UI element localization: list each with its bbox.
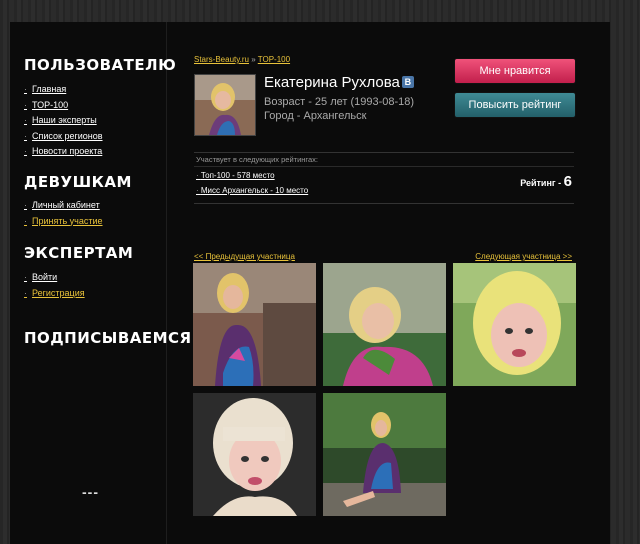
ranking-link-top100[interactable]: Топ-100 - 578 место — [196, 171, 275, 180]
sidebar-title-girls: ДЕВУШКАМ — [24, 173, 132, 191]
sidebar-item-participate[interactable]: Принять участие — [24, 214, 103, 230]
photo-image-icon — [323, 393, 446, 516]
sidebar-item-cabinet[interactable]: Личный кабинет — [24, 198, 103, 214]
photo-image-icon — [323, 263, 446, 386]
boost-rating-button[interactable]: Повысить рейтинг — [454, 92, 576, 118]
profile-city: Город - Архангельск — [264, 110, 367, 122]
main-content: Stars-Beauty.ru » TOP-100 Екатерина Рухл… — [166, 22, 610, 544]
next-participant-link[interactable]: Следующая участница >> — [475, 252, 572, 261]
rankings-divider — [194, 166, 574, 167]
gallery-photo[interactable] — [453, 263, 576, 386]
breadcrumb-separator: » — [251, 55, 256, 64]
like-button[interactable]: Мне нравится — [454, 58, 576, 84]
sidebar-list-girls: Личный кабинет Принять участие — [24, 198, 103, 229]
gallery-photo[interactable] — [193, 393, 316, 516]
photo-image-icon — [453, 263, 576, 386]
sidebar: ПОЛЬЗОВАТЕЛЮ Главная ТОР-100 Наши экспер… — [10, 22, 198, 544]
sidebar-item-news[interactable]: Новости проекта — [24, 144, 103, 160]
avatar-image-icon — [195, 75, 255, 135]
sidebar-list-experts: Войти Регистрация — [24, 270, 85, 301]
rating-display: Рейтинг - 6 — [520, 173, 572, 190]
sidebar-item-regions[interactable]: Список регионов — [24, 129, 103, 145]
sidebar-item-register[interactable]: Регистрация — [24, 286, 85, 302]
rating-value: 6 — [563, 173, 572, 190]
vk-icon[interactable]: В — [401, 76, 414, 88]
prev-participant-link[interactable]: << Предыдущая участница — [194, 252, 295, 261]
sidebar-item-login[interactable]: Войти — [24, 270, 85, 286]
profile-name-text: Екатерина Рухлова — [264, 74, 400, 91]
sidebar-item-home[interactable]: Главная — [24, 82, 103, 98]
rankings-panel: Участвует в следующих рейтингах: Топ-100… — [194, 152, 574, 204]
gallery-photo[interactable] — [193, 263, 316, 386]
ranking-link-miss-city[interactable]: Мисс Архангельск - 10 место — [196, 186, 308, 195]
gallery-photo[interactable] — [323, 263, 446, 386]
profile-age: Возраст - 25 лет (1993-08-18) — [264, 96, 415, 108]
sidebar-title-user: ПОЛЬЗОВАТЕЛЮ — [24, 56, 177, 74]
profile-name: Екатерина Рухлова В — [264, 74, 414, 91]
profile-avatar[interactable] — [194, 74, 256, 136]
gallery-photo[interactable] — [323, 393, 446, 516]
photo-image-icon — [193, 263, 316, 386]
breadcrumb: Stars-Beauty.ru » TOP-100 — [194, 55, 290, 64]
breadcrumb-current-link[interactable]: TOP-100 — [258, 55, 290, 64]
sidebar-list-user: Главная ТОР-100 Наши эксперты Список рег… — [24, 82, 103, 160]
sidebar-item-top100[interactable]: ТОР-100 — [24, 98, 103, 114]
sidebar-item-experts[interactable]: Наши эксперты — [24, 113, 103, 129]
rating-label: Рейтинг - — [520, 178, 562, 188]
rankings-heading: Участвует в следующих рейтингах: — [196, 155, 318, 164]
photo-image-icon — [193, 393, 316, 516]
breadcrumb-home-link[interactable]: Stars-Beauty.ru — [194, 55, 249, 64]
sidebar-footer-dots: --- — [82, 484, 99, 500]
sidebar-title-experts: ЭКСПЕРТАМ — [24, 244, 134, 262]
